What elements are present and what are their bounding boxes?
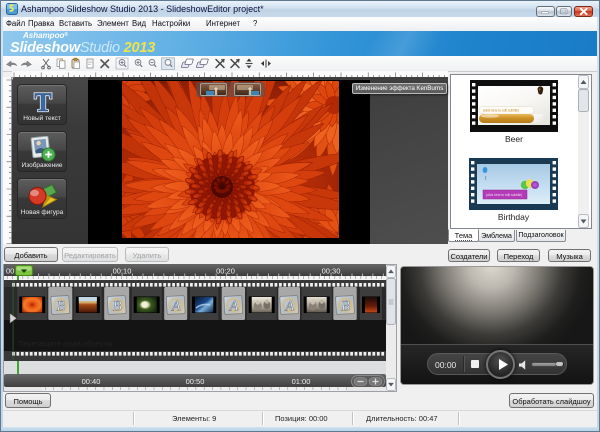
svg-text:Перетащите сюда объекты: Перетащите сюда объекты [18, 339, 112, 348]
svg-text:01:00: 01:00 [292, 377, 311, 386]
svg-text:00: 00 [6, 267, 14, 276]
svg-text:T: T [34, 88, 51, 116]
svg-text:A: A [284, 298, 295, 315]
svg-text:00:20: 00:20 [216, 267, 235, 276]
svg-text:A: A [170, 298, 181, 315]
svg-text:(click here to edit subtitle): (click here to edit subtitle) [483, 109, 519, 113]
svg-text:A: A [228, 298, 239, 315]
svg-text:B: B [56, 298, 66, 314]
svg-text:B: B [341, 298, 351, 314]
svg-text:B: B [112, 298, 122, 314]
svg-text:(click here to edit subtitle): (click here to edit subtitle) [486, 193, 522, 197]
svg-text:00:40: 00:40 [82, 377, 101, 386]
svg-text:00:50: 00:50 [186, 377, 205, 386]
